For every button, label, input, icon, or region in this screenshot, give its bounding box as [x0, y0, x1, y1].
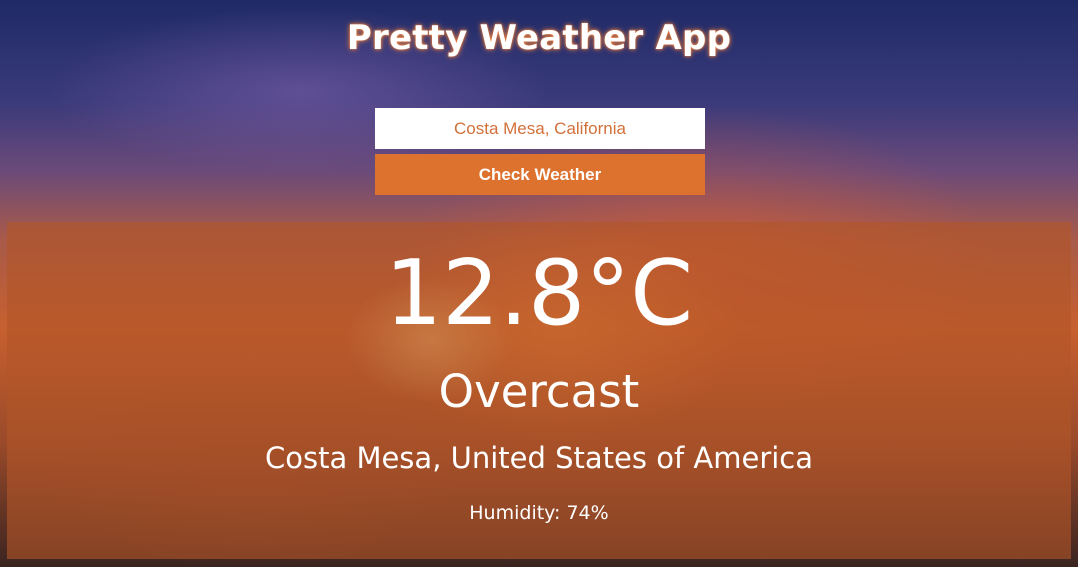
location-name: Costa Mesa, United States of America — [264, 441, 814, 475]
temperature-value: 12.8°C — [384, 241, 694, 346]
search-form: Check Weather — [375, 108, 705, 195]
check-weather-button[interactable]: Check Weather — [375, 154, 705, 195]
location-search-input[interactable] — [375, 108, 705, 149]
weather-app-page: { "app": { "title": "Pretty Weather App"… — [0, 0, 1078, 567]
humidity-value: Humidity: 74% — [469, 502, 609, 524]
page-title: Pretty Weather App — [346, 18, 732, 58]
weather-result-panel: 12.8°C Overcast Costa Mesa, United State… — [7, 222, 1071, 559]
weather-condition: Overcast — [438, 365, 640, 418]
